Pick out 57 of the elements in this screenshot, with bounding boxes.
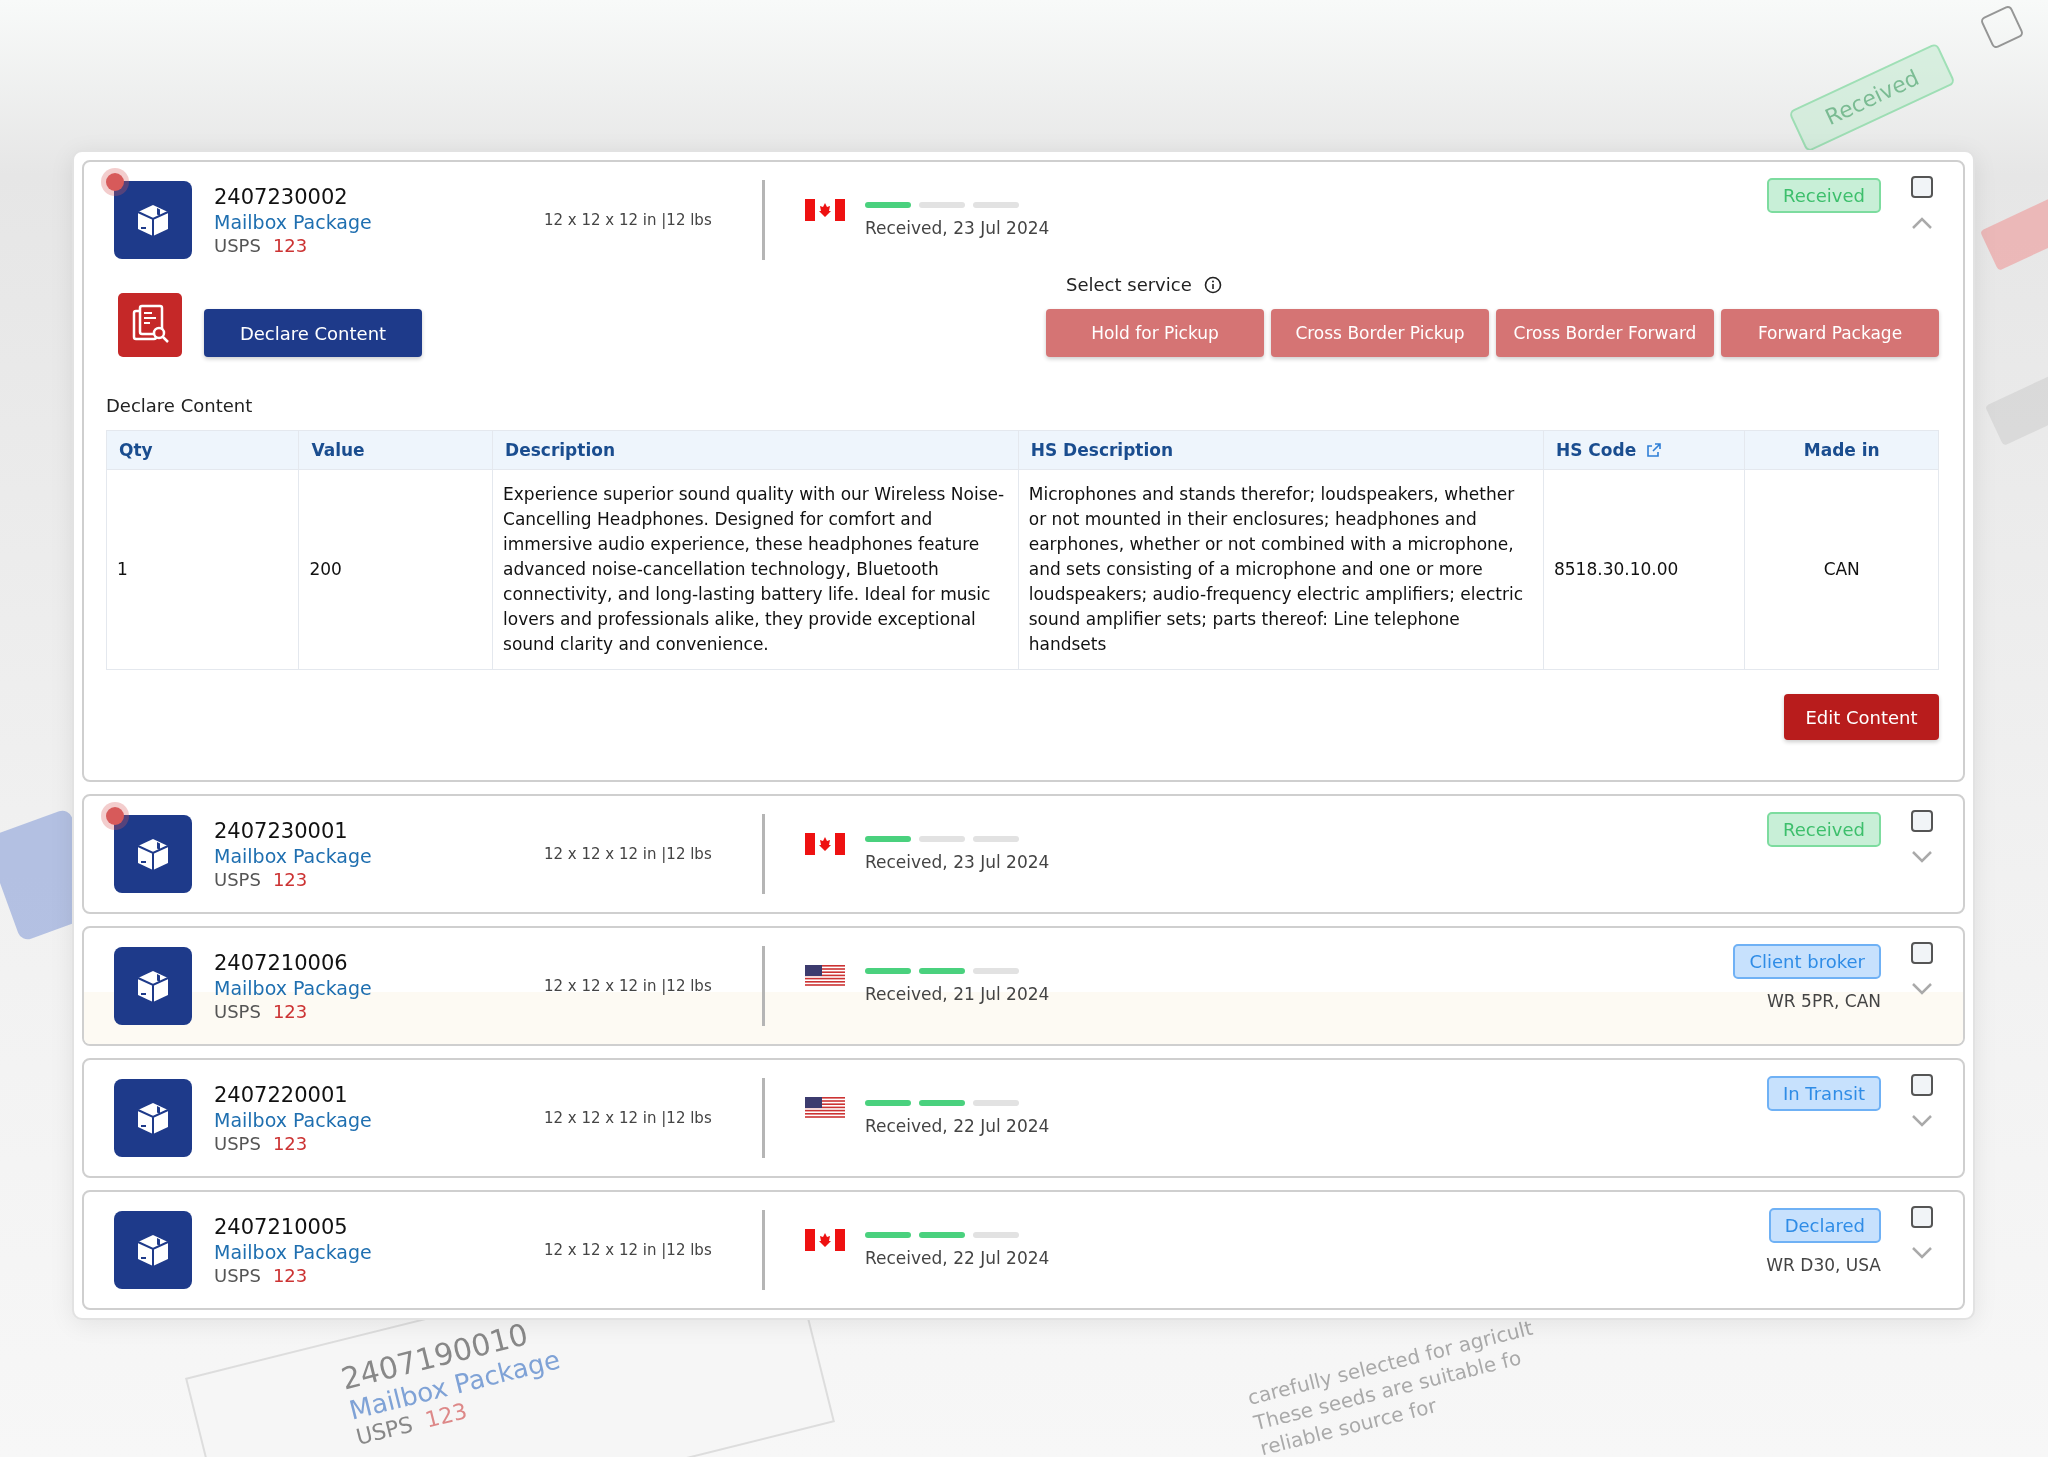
status-badge: Declared (1768, 1208, 1881, 1243)
table-cell: Microphones and stands therefor; loudspeakers, whether or not mounted in their enclosures; headphones and earphones, whether or not combined with a microphone, and sets consisting of a microphone and one or more loudspeakers; audio-frequency electric amplifiers; electric sound amplifier sets; parts thereof: Line telephone handsets (1018, 469, 1544, 670)
shipment-id: 2407230001 (214, 818, 349, 843)
carrier-code: 123 (272, 234, 308, 256)
table-cell: Experience superior sound quality with our Wireless Noise-Cancelling Headphones. Designed for comfort and immersive audio experience, these headphones feature advanced noise-cancellation technology, Bluetooth connectivity, and long-lasting battery life. Ideal for music lovers and professionals alike, they provide exceptional sound clarity and convenience. (492, 469, 1019, 670)
package-type: Mailbox Package (214, 1108, 373, 1131)
shipment-id: 2407230002 (214, 184, 349, 209)
column-header: HS Code (1543, 430, 1745, 470)
declare-content-button[interactable]: Declare Content (204, 309, 422, 357)
carrier-name: USPS (214, 868, 261, 890)
location-text: WR 5PR, CAN (1767, 991, 1881, 1011)
shipment-id: 2407210006 (214, 950, 349, 975)
shipment-id: 2407210005 (214, 1214, 349, 1239)
shipment-card[interactable]: 2407210006 Mailbox Package USPS 123 12 x 12 x 12 in |12 lbs Received, 21 Jul 2024 Client broker WR 5PR, CAN (82, 926, 1965, 1046)
location-text: WR D30, USA (1766, 1255, 1881, 1275)
table-cell: 1 (106, 469, 299, 670)
table-cell: CAN (1744, 469, 1939, 670)
status-badge: Client broker (1733, 944, 1881, 979)
package-dimensions: 12 x 12 x 12 in |12 lbs (544, 1241, 713, 1259)
column-header: Value (298, 430, 493, 470)
status-badge: Received (1767, 812, 1881, 847)
package-type: Mailbox Package (214, 844, 373, 867)
package-dimensions: 12 x 12 x 12 in |12 lbs (544, 977, 713, 995)
status-date: Received, 22 Jul 2024 (865, 1116, 1051, 1136)
select-service-label: Select service (1066, 274, 1192, 295)
carrier-name: USPS (214, 1264, 261, 1286)
status-date: Received, 23 Jul 2024 (865, 218, 1051, 238)
package-dimensions: 12 x 12 x 12 in |12 lbs (544, 211, 713, 229)
column-header: Description (492, 430, 1019, 470)
section-title: Declare Content (106, 395, 254, 416)
edit-content-button[interactable]: Edit Content (1784, 694, 1939, 740)
status-date: Received, 22 Jul 2024 (865, 1248, 1051, 1268)
column-header: HS Description (1018, 430, 1544, 470)
carrier-name: USPS (214, 234, 261, 256)
carrier-code: 123 (272, 868, 308, 890)
column-header: Qty (106, 430, 299, 470)
package-type: Mailbox Package (214, 976, 373, 999)
package-dimensions: 12 x 12 x 12 in |12 lbs (544, 1109, 713, 1127)
carrier-name: USPS (214, 1000, 261, 1022)
shipment-id: 2407220001 (214, 1082, 349, 1107)
status-badge: Received (1767, 178, 1881, 213)
status-date: Received, 23 Jul 2024 (865, 852, 1051, 872)
carrier-name: USPS (214, 1132, 261, 1154)
column-header: Made in (1744, 430, 1939, 470)
status-badge: In Transit (1766, 1076, 1881, 1111)
shipment-card[interactable]: 2407210005 Mailbox Package USPS 123 12 x 12 x 12 in |12 lbs Received, 22 Jul 2024 Declared WR D30, USA (82, 1190, 1965, 1310)
carrier-code: 123 (272, 1264, 308, 1286)
package-dimensions: 12 x 12 x 12 in |12 lbs (544, 845, 713, 863)
carrier-code: 123 (272, 1000, 308, 1022)
carrier-code: 123 (272, 1132, 308, 1154)
shipment-card[interactable]: 2407230001 Mailbox Package USPS 123 12 x 12 x 12 in |12 lbs Received, 23 Jul 2024 Received (82, 794, 1965, 914)
package-type: Mailbox Package (214, 1240, 373, 1263)
shipment-card[interactable]: 2407220001 Mailbox Package USPS 123 12 x 12 x 12 in |12 lbs Received, 22 Jul 2024 In Transit (82, 1058, 1965, 1178)
table-cell: 8518.30.10.00 (1543, 469, 1745, 670)
table-cell: 200 (298, 469, 493, 670)
package-type: Mailbox Package (214, 210, 373, 233)
status-date: Received, 21 Jul 2024 (865, 984, 1051, 1004)
